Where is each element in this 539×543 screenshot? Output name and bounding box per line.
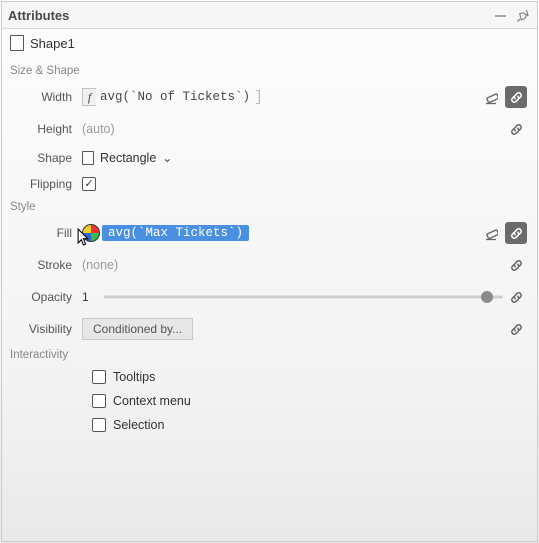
- selected-object-row: Shape1: [2, 29, 537, 61]
- row-fill: Fill avg(`Max Tickets`): [2, 217, 537, 249]
- clear-fill-button[interactable]: [479, 222, 501, 244]
- rectangle-icon: [82, 151, 94, 165]
- clear-width-button[interactable]: [479, 86, 501, 108]
- label-shape: Shape: [2, 151, 82, 165]
- panel-titlebar: Attributes: [2, 2, 537, 29]
- bracket-icon: ]: [254, 89, 263, 106]
- bind-fill-button[interactable]: [505, 222, 527, 244]
- opacity-value[interactable]: 1: [82, 290, 96, 304]
- fx-icon: f: [82, 88, 96, 106]
- label-width: Width: [2, 90, 82, 104]
- fill-expression-text: avg(`Max Tickets`): [102, 225, 249, 241]
- shape-select[interactable]: Rectangle ⌄: [82, 151, 172, 165]
- bind-stroke-button[interactable]: [505, 254, 527, 276]
- height-value[interactable]: (auto): [82, 122, 115, 136]
- selection-checkbox[interactable]: [92, 418, 106, 432]
- label-stroke: Stroke: [2, 258, 82, 272]
- label-height: Height: [2, 122, 82, 136]
- selection-label: Selection: [113, 418, 164, 432]
- color-wheel-icon: [82, 224, 100, 242]
- label-opacity: Opacity: [2, 290, 82, 304]
- interactivity-selection[interactable]: Selection: [92, 413, 537, 437]
- row-flipping: Flipping: [2, 171, 537, 197]
- row-shape: Shape Rectangle ⌄: [2, 145, 537, 171]
- fill-expression[interactable]: avg(`Max Tickets`): [82, 224, 249, 242]
- label-flipping: Flipping: [2, 177, 82, 191]
- interactivity-list: Tooltips Context menu Selection: [2, 365, 537, 437]
- row-height: Height (auto): [2, 113, 537, 145]
- bind-height-button[interactable]: [505, 118, 527, 140]
- rectangle-icon: [10, 35, 24, 51]
- interactivity-context-menu[interactable]: Context menu: [92, 389, 537, 413]
- flipping-checkbox[interactable]: [82, 177, 96, 191]
- bind-visibility-button[interactable]: [505, 318, 527, 340]
- minimize-icon[interactable]: [491, 6, 509, 24]
- context-menu-label: Context menu: [113, 394, 191, 408]
- tooltips-label: Tooltips: [113, 370, 155, 384]
- bind-opacity-button[interactable]: [505, 286, 527, 308]
- panel-title: Attributes: [8, 8, 487, 23]
- visibility-condition-button[interactable]: Conditioned by...: [82, 318, 193, 340]
- object-name[interactable]: Shape1: [30, 36, 75, 51]
- interactivity-tooltips[interactable]: Tooltips: [92, 365, 537, 389]
- row-width: Width f avg(`No of Tickets`) ]: [2, 81, 537, 113]
- label-visibility: Visibility: [2, 322, 82, 336]
- bind-width-button[interactable]: [505, 86, 527, 108]
- width-expression-text: avg(`No of Tickets`): [96, 90, 254, 104]
- opacity-slider[interactable]: [104, 287, 503, 307]
- label-fill: Fill: [2, 226, 82, 240]
- row-opacity: Opacity 1: [2, 281, 537, 313]
- stroke-value[interactable]: (none): [82, 258, 118, 272]
- width-expression[interactable]: f avg(`No of Tickets`) ]: [82, 88, 263, 106]
- context-menu-checkbox[interactable]: [92, 394, 106, 408]
- row-stroke: Stroke (none): [2, 249, 537, 281]
- pin-icon[interactable]: [513, 6, 531, 24]
- attributes-panel: Attributes Shape1 Size & Shape Width f a…: [1, 1, 538, 542]
- tooltips-checkbox[interactable]: [92, 370, 106, 384]
- row-visibility: Visibility Conditioned by...: [2, 313, 537, 345]
- section-interactivity: Interactivity: [2, 345, 537, 365]
- shape-value: Rectangle: [100, 151, 156, 165]
- section-size-shape: Size & Shape: [2, 61, 537, 81]
- section-style: Style: [2, 197, 537, 217]
- chevron-down-icon: ⌄: [162, 151, 172, 165]
